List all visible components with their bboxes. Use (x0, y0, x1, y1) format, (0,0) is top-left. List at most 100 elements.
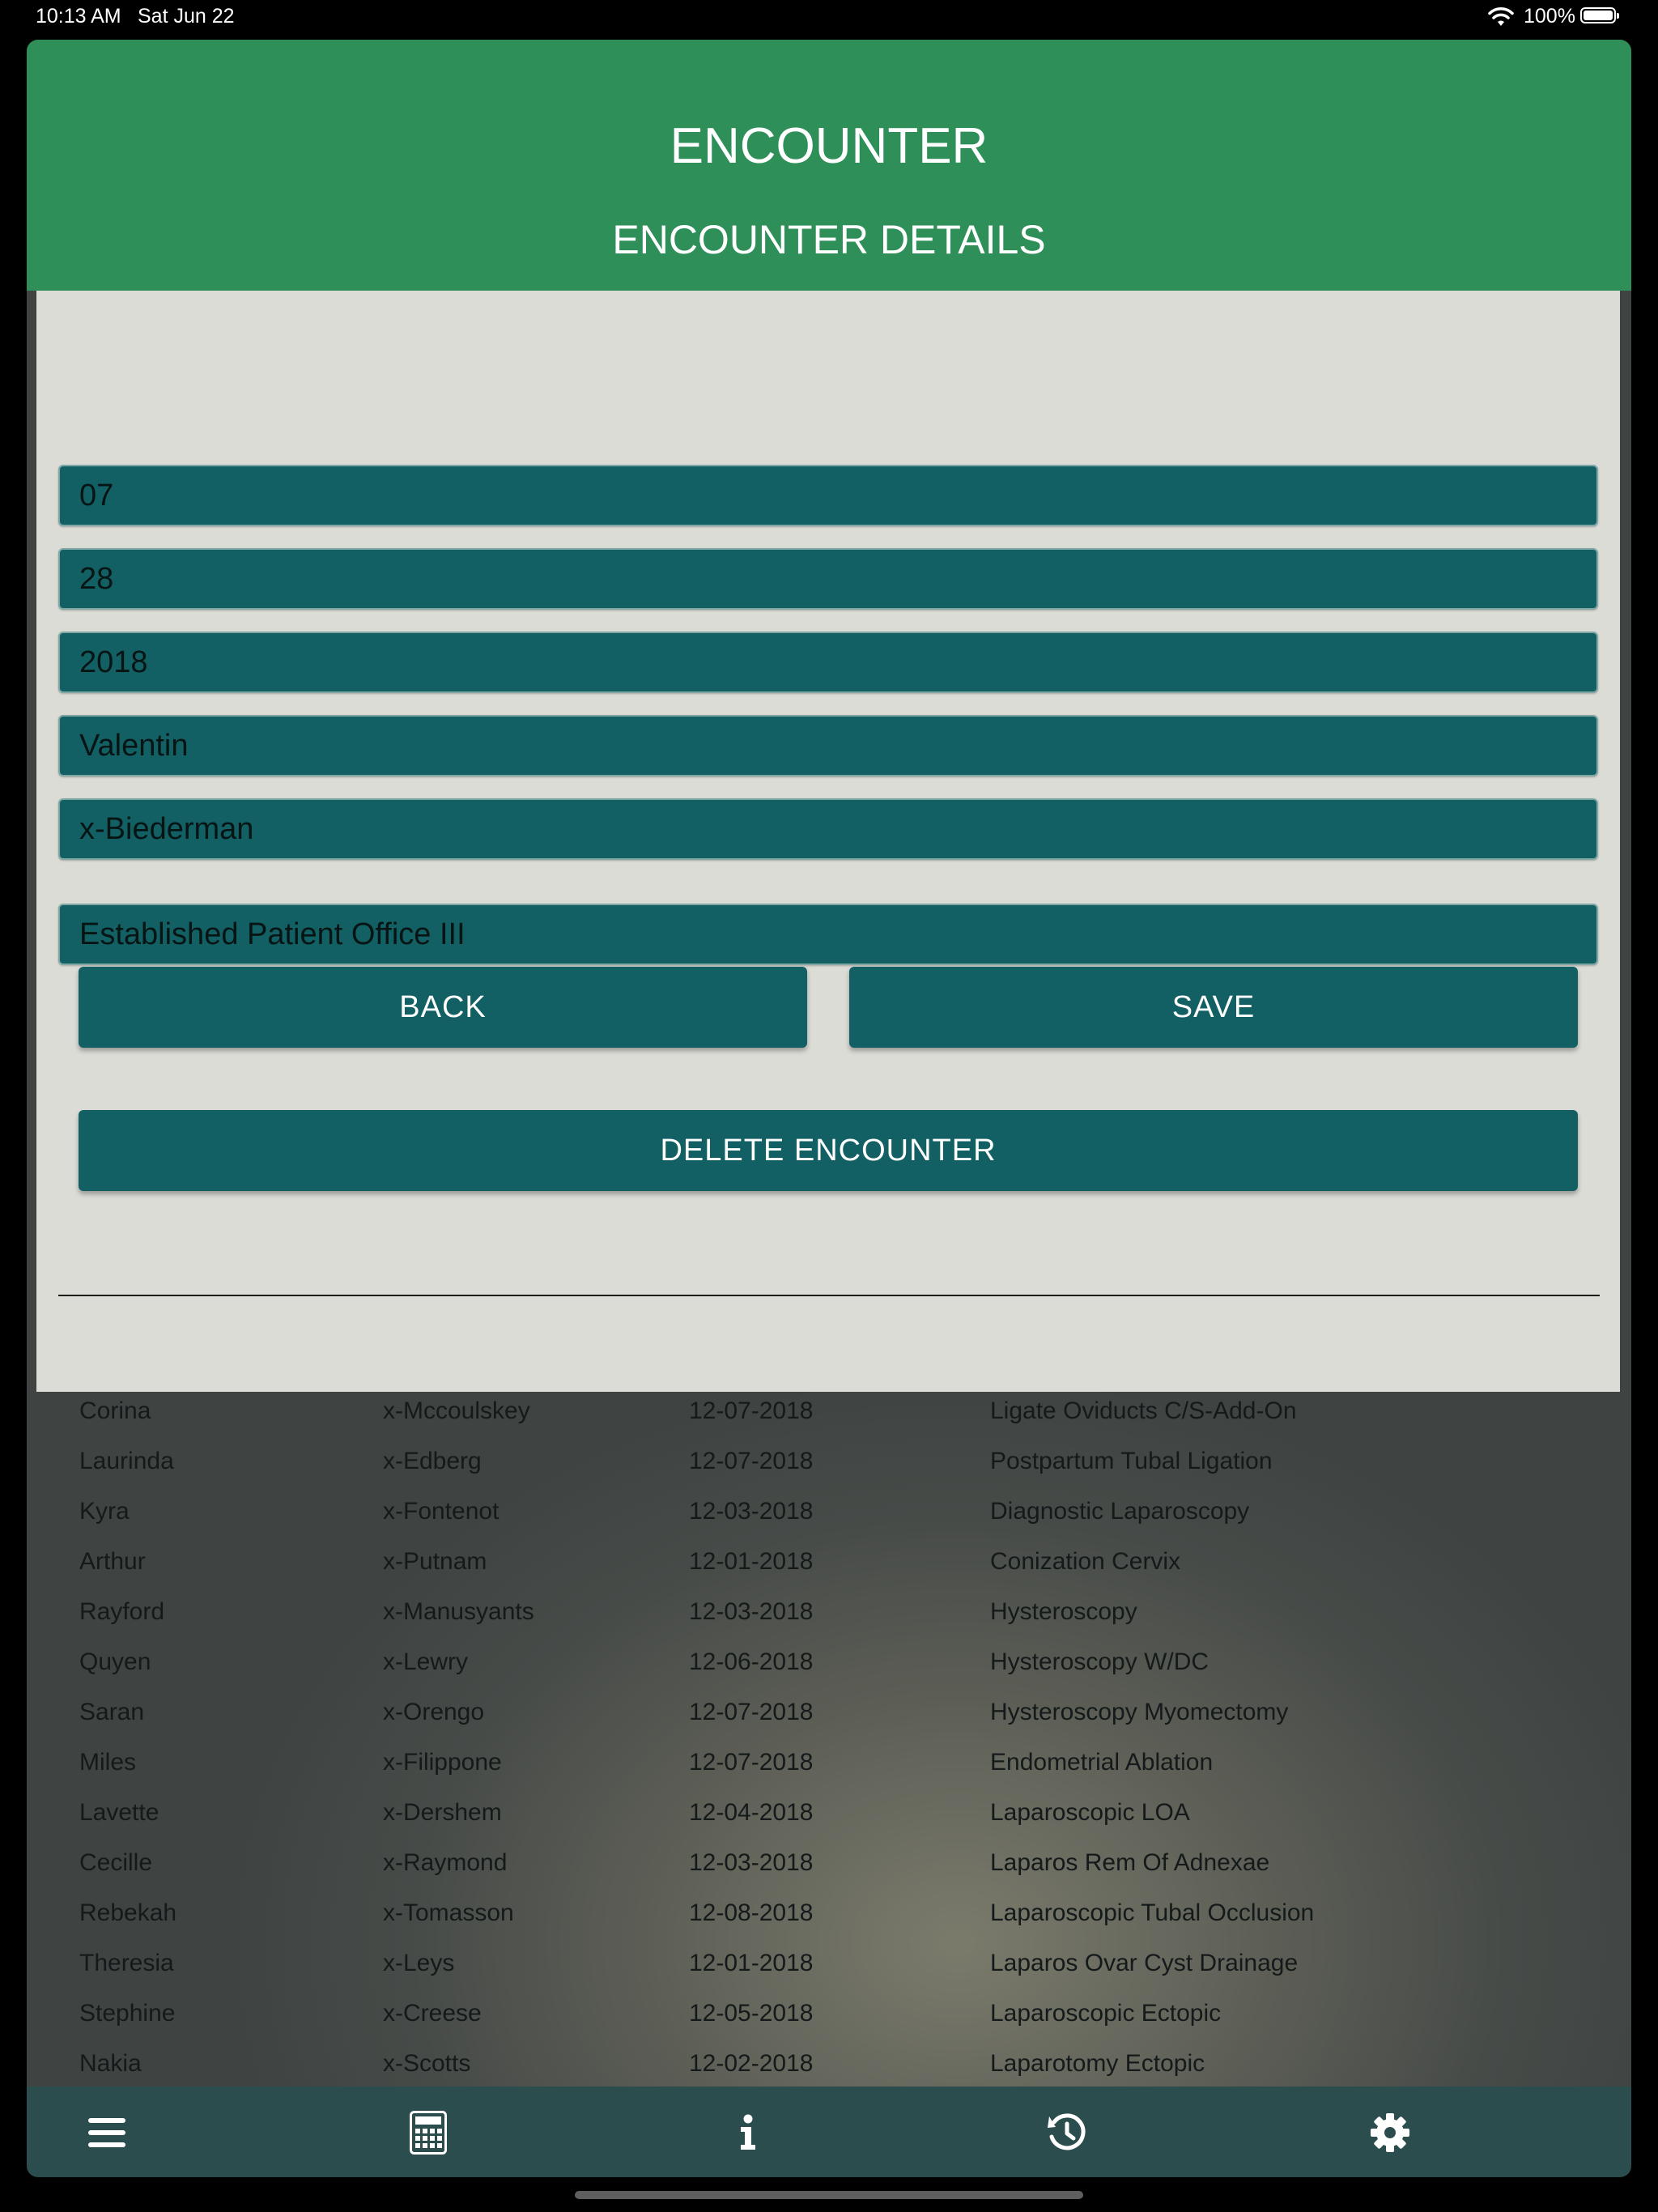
list-item-procedure: Hysteroscopy W/DC (990, 1648, 1209, 1675)
list-item[interactable]: Rayford x-Manusyants 12-03-2018 Hysteros… (27, 1590, 1631, 1640)
list-item-last-name: x-Filippone (383, 1749, 502, 1776)
list-item-procedure: Laparoscopic Tubal Occlusion (990, 1899, 1315, 1926)
list-item[interactable]: Nakia x-Scotts 12-02-2018 Laparotomy Ect… (27, 2042, 1631, 2092)
header: ENCOUNTER ENCOUNTER DETAILS (27, 40, 1631, 291)
list-item[interactable]: Theresia x-Leys 12-01-2018 Laparos Ovar … (27, 1942, 1631, 1992)
list-item-date: 12-03-2018 (689, 1598, 814, 1625)
list-item[interactable]: Rebekah x-Tomasson 12-08-2018 Laparoscop… (27, 1891, 1631, 1942)
list-item-first-name: Arthur (79, 1548, 146, 1575)
battery-icon (1580, 7, 1619, 23)
list-item-first-name: Laurinda (79, 1448, 174, 1474)
bottom-toolbar (27, 2087, 1631, 2177)
list-item-procedure: Endometrial Ablation (990, 1749, 1214, 1776)
list-item[interactable]: Saran x-Orengo 12-07-2018 Hysteroscopy M… (27, 1691, 1631, 1741)
list-item-last-name: x-Creese (383, 2000, 482, 2027)
last-name-input[interactable] (60, 800, 1596, 858)
list-item-first-name: Nakia (79, 2050, 142, 2077)
list-item-last-name: x-Fontenot (383, 1498, 500, 1525)
list-item-last-name: x-Putnam (383, 1548, 487, 1575)
list-item-procedure: Laparoscopic Ectopic (990, 2000, 1222, 2027)
encounter-type-field[interactable] (58, 904, 1598, 965)
first-name-field[interactable] (58, 715, 1598, 776)
list-item-last-name: x-Scotts (383, 2050, 471, 2077)
list-item-first-name: Rebekah (79, 1899, 177, 1926)
list-item-first-name: Kyra (79, 1498, 130, 1525)
history-icon[interactable] (1039, 2104, 1095, 2161)
info-icon[interactable] (720, 2104, 776, 2161)
list-item-date: 12-04-2018 (689, 1799, 814, 1826)
first-name-input[interactable] (60, 717, 1596, 775)
list-item-first-name: Quyen (79, 1648, 151, 1675)
divider (58, 1295, 1600, 1296)
list-item-first-name: Corina (79, 1397, 151, 1424)
list-item-first-name: Lavette (79, 1799, 159, 1826)
status-date: Sat Jun 22 (138, 5, 235, 28)
list-item-first-name: Saran (79, 1699, 145, 1725)
home-indicator[interactable] (575, 2191, 1083, 2199)
list-item-procedure: Diagnostic Laparoscopy (990, 1498, 1250, 1525)
list-item-procedure: Hysteroscopy Myomectomy (990, 1699, 1289, 1725)
list-item-procedure: Ligate Oviducts C/S-Add-On (990, 1397, 1297, 1424)
list-item-last-name: x-Orengo (383, 1699, 485, 1725)
month-input[interactable] (60, 466, 1596, 525)
list-item[interactable]: Miles x-Filippone 12-07-2018 Endometrial… (27, 1741, 1631, 1791)
list-item-date: 12-07-2018 (689, 1699, 814, 1725)
list-item-last-name: x-Tomasson (383, 1899, 514, 1926)
list-item-last-name: x-Mccoulskey (383, 1397, 530, 1424)
list-item-date: 12-01-2018 (689, 1950, 814, 1976)
app-window: ENCOUNTER ENCOUNTER DETAILS Corina x-Mcc… (27, 40, 1631, 2177)
save-button[interactable]: SAVE (849, 967, 1578, 1048)
list-item-date: 12-06-2018 (689, 1648, 814, 1675)
year-field[interactable] (58, 632, 1598, 693)
list-item[interactable]: Cecille x-Raymond 12-03-2018 Laparos Rem… (27, 1841, 1631, 1891)
delete-encounter-button[interactable]: DELETE ENCOUNTER (79, 1110, 1578, 1191)
list-item-date: 12-07-2018 (689, 1397, 814, 1424)
list-item-date: 12-07-2018 (689, 1448, 814, 1474)
month-field[interactable] (58, 465, 1598, 526)
encounter-type-input[interactable] (60, 905, 1596, 963)
day-field[interactable] (58, 548, 1598, 610)
wifi-icon (1488, 7, 1514, 26)
year-input[interactable] (60, 633, 1596, 691)
list-item-procedure: Laparos Ovar Cyst Drainage (990, 1950, 1299, 1976)
list-item-last-name: x-Manusyants (383, 1598, 534, 1625)
status-bar: 10:13 AM Sat Jun 22 100% (0, 0, 1658, 36)
battery-percent: 100% (1524, 5, 1575, 28)
list-item-date: 12-02-2018 (689, 2050, 814, 2077)
encounter-details-panel: BACK SAVE DELETE ENCOUNTER (36, 291, 1620, 1392)
gear-icon[interactable] (1362, 2104, 1418, 2161)
last-name-field[interactable] (58, 798, 1598, 860)
list-item-first-name: Cecille (79, 1849, 153, 1876)
list-item-first-name: Rayford (79, 1598, 165, 1625)
list-item[interactable]: Laurinda x-Edberg 12-07-2018 Postpartum … (27, 1440, 1631, 1490)
list-item[interactable]: Arthur x-Putnam 12-01-2018 Conization Ce… (27, 1540, 1631, 1590)
list-item[interactable]: Lavette x-Dershem 12-04-2018 Laparoscopi… (27, 1791, 1631, 1841)
list-item-last-name: x-Raymond (383, 1849, 508, 1876)
list-item-procedure: Laparotomy Ectopic (990, 2050, 1205, 2077)
menu-icon[interactable] (79, 2104, 135, 2161)
list-item-date: 12-01-2018 (689, 1548, 814, 1575)
list-item-first-name: Miles (79, 1749, 137, 1776)
list-item-last-name: x-Dershem (383, 1799, 502, 1826)
list-item[interactable]: Kyra x-Fontenot 12-03-2018 Diagnostic La… (27, 1490, 1631, 1540)
list-item[interactable]: Corina x-Mccoulskey 12-07-2018 Ligate Ov… (27, 1389, 1631, 1440)
list-item-date: 12-03-2018 (689, 1849, 814, 1876)
list-item-procedure: Laparoscopic LOA (990, 1799, 1190, 1826)
list-item-procedure: Postpartum Tubal Ligation (990, 1448, 1273, 1474)
page-title: ENCOUNTER (670, 118, 988, 174)
list-item[interactable]: Quyen x-Lewry 12-06-2018 Hysteroscopy W/… (27, 1640, 1631, 1691)
list-item-first-name: Theresia (79, 1950, 174, 1976)
list-item-procedure: Hysteroscopy (990, 1598, 1137, 1625)
list-item-date: 12-05-2018 (689, 2000, 814, 2027)
list-item-last-name: x-Lewry (383, 1648, 469, 1675)
calculator-icon[interactable] (400, 2104, 457, 2161)
list-item-procedure: Conization Cervix (990, 1548, 1181, 1575)
list-item-procedure: Laparos Rem Of Adnexae (990, 1849, 1270, 1876)
list-item-date: 12-03-2018 (689, 1498, 814, 1525)
back-button[interactable]: BACK (79, 967, 807, 1048)
list-item[interactable]: Stephine x-Creese 12-05-2018 Laparoscopi… (27, 1992, 1631, 2042)
day-input[interactable] (60, 550, 1596, 608)
list-item-date: 12-07-2018 (689, 1749, 814, 1776)
list-item-first-name: Stephine (79, 2000, 176, 2027)
list-item-last-name: x-Edberg (383, 1448, 482, 1474)
